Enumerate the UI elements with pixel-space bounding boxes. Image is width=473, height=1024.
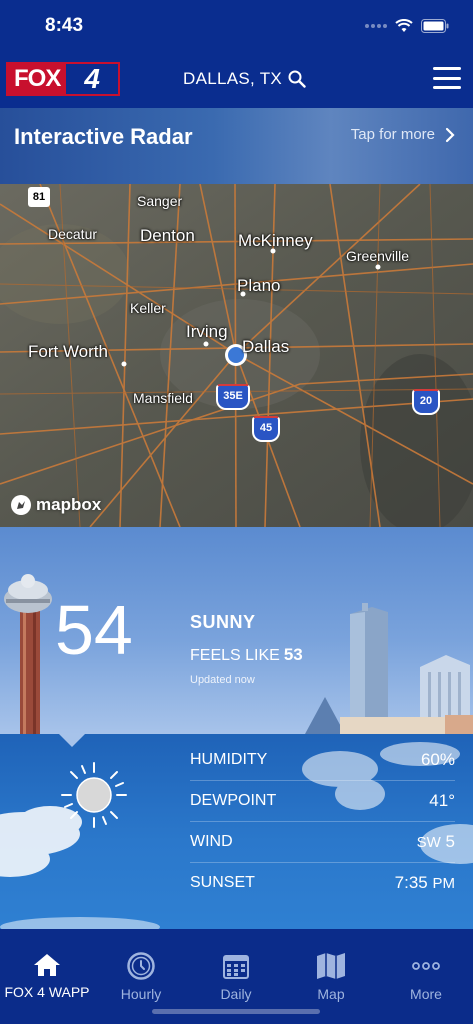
feels-like: FEELS LIKE 53: [190, 645, 303, 665]
detail-row-dewpoint: DEWPOINT 41°: [190, 781, 455, 822]
tab-home[interactable]: FOX 4 WAPP: [0, 952, 94, 1000]
map-city: Sanger: [137, 193, 183, 209]
battery-icon: [421, 19, 449, 33]
map-city: Dallas: [242, 337, 290, 356]
status-icons: [365, 16, 449, 36]
map-icon: [317, 953, 345, 979]
detail-row-wind: WIND SW 5: [190, 822, 455, 863]
tap-for-more-link[interactable]: Tap for more: [351, 126, 455, 143]
menu-icon[interactable]: [433, 67, 461, 89]
logo-fox-text: FOX: [8, 64, 67, 94]
tab-more[interactable]: More: [379, 952, 473, 1002]
map-city: McKinney: [238, 231, 313, 250]
detail-row-humidity: HUMIDITY 60%: [190, 740, 455, 781]
feels-like-value: 53: [283, 645, 303, 664]
location-label: DALLAS, TX: [183, 69, 283, 88]
tap-for-more-label: Tap for more: [350, 126, 435, 143]
highway-shield: 81: [28, 187, 50, 207]
calendar-icon: [223, 955, 249, 979]
radar-title: Interactive Radar: [14, 124, 193, 149]
more-icon: [412, 962, 440, 970]
status-time: 8:43: [45, 15, 84, 36]
clock-icon: [127, 952, 155, 980]
map-city: Keller: [130, 300, 166, 316]
home-icon: [34, 954, 60, 976]
condition-label: SUNNY: [190, 612, 256, 632]
mapbox-logo-icon: [11, 495, 31, 515]
location-selector[interactable]: DALLAS, TX: [183, 69, 306, 89]
tab-label: FOX 4 WAPP: [4, 984, 90, 1000]
detail-label: SUNSET: [190, 874, 255, 891]
tab-daily[interactable]: Daily: [189, 952, 283, 1002]
radar-map[interactable]: Sanger Decatur Denton McKinney Greenvill…: [0, 184, 473, 527]
mapbox-attribution[interactable]: mapbox: [10, 494, 101, 516]
tab-label: Hourly: [120, 986, 162, 1002]
home-indicator: [152, 1009, 320, 1014]
signal-icon: [365, 24, 387, 28]
chevron-right-icon: [445, 127, 455, 142]
tab-label: More: [410, 986, 442, 1002]
map-city: Irving: [186, 322, 228, 341]
map-city: Plano: [237, 276, 281, 295]
panel-pointer: [58, 733, 86, 747]
map-city: Denton: [140, 226, 195, 245]
tab-label: Map: [317, 986, 345, 1002]
updated-label: Updated now: [190, 674, 255, 686]
interstate-shield: 20: [412, 389, 440, 415]
tab-label: Daily: [220, 986, 252, 1002]
detail-value: SW 5: [417, 832, 455, 852]
wind-speed: 5: [445, 832, 455, 851]
current-temperature: 54: [55, 591, 133, 669]
fox4-logo[interactable]: FOX 4: [6, 62, 120, 96]
interstate-shield: 35E: [216, 384, 250, 410]
logo-number: 4: [66, 64, 118, 94]
detail-label: WIND: [190, 833, 233, 850]
map-city: Fort Worth: [28, 342, 108, 361]
mapbox-label: mapbox: [36, 495, 102, 514]
detail-value: 41°: [429, 791, 455, 810]
wifi-icon: [395, 19, 413, 32]
map-city: Greenville: [346, 248, 410, 264]
map-city: Decatur: [48, 226, 98, 242]
tab-hourly[interactable]: Hourly: [94, 952, 188, 1002]
search-icon: [288, 70, 306, 88]
detail-label: HUMIDITY: [190, 751, 268, 768]
detail-value: 60%: [420, 750, 455, 769]
sun-icon: [61, 762, 127, 828]
sunset-time: 7:35: [394, 873, 428, 892]
interstate-shield: 45: [252, 416, 280, 442]
detail-value: 7:35 PM: [395, 873, 455, 893]
map-city: Mansfield: [133, 390, 193, 406]
feels-like-label: FEELS LIKE: [190, 647, 280, 664]
sunset-ampm: PM: [432, 875, 456, 892]
detail-row-sunset: SUNSET 7:35 PM: [190, 863, 455, 903]
detail-label: DEWPOINT: [190, 792, 277, 809]
wind-direction: SW: [416, 834, 441, 851]
tab-map[interactable]: Map: [284, 952, 378, 1002]
